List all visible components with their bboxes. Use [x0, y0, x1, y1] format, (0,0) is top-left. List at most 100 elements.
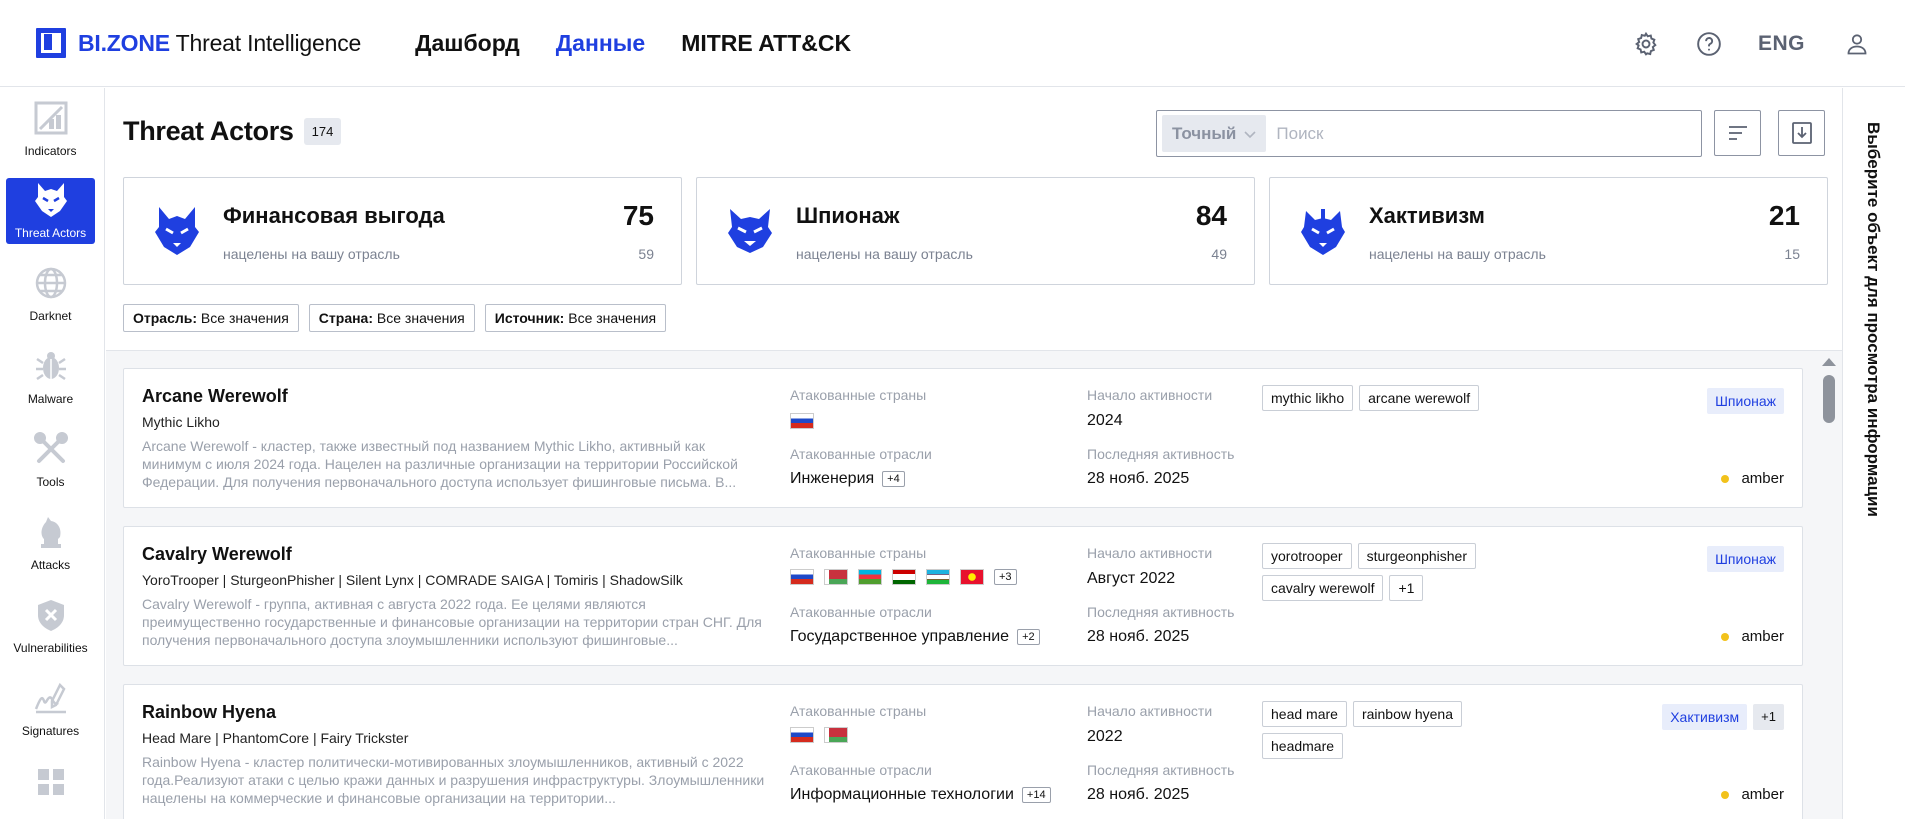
tools-icon — [33, 431, 69, 467]
tag[interactable]: cavalry werewolf — [1262, 575, 1384, 601]
search-input[interactable] — [1276, 123, 1677, 144]
tag[interactable]: mythic likho — [1262, 385, 1354, 411]
search-mode-select[interactable]: Точный — [1162, 115, 1267, 152]
actor-description: Cavalry Werewolf - группа, активная с ав… — [142, 596, 762, 648]
industry-value: Информационные технологии +14 — [790, 786, 1051, 804]
language-switch[interactable]: ENG — [1758, 32, 1805, 56]
start-label: Начало активности — [1087, 703, 1213, 719]
details-panel-hint: Выберите объект для просмотра информации — [1864, 122, 1883, 517]
motive-badges: Шпионаж — [1707, 546, 1784, 572]
category-count: 75 — [622, 200, 654, 231]
sidebar-item-label: Vulnerabilities — [13, 641, 88, 655]
industry-more-badge[interactable]: +2 — [1017, 629, 1040, 645]
category-targeted-count: 49 — [1211, 246, 1227, 262]
nav-mitre[interactable]: MITRE ATT&CK — [681, 30, 851, 57]
indicators-icon — [33, 100, 69, 136]
help-icon[interactable] — [1695, 30, 1723, 58]
sidebar-item-malware[interactable]: Malware — [6, 344, 95, 410]
flag-tj-icon — [892, 569, 916, 585]
sidebar-item-attacks[interactable]: Attacks — [6, 510, 95, 576]
tag[interactable]: sturgeonphisher — [1357, 543, 1476, 569]
tags: yorotrooper sturgeonphisher cavalry were… — [1262, 543, 1522, 601]
flag-ru-icon — [790, 727, 814, 743]
nav-data[interactable]: Данные — [556, 30, 645, 57]
actor-name[interactable]: Rainbow Hyena — [142, 702, 276, 723]
sort-button[interactable] — [1714, 110, 1761, 156]
filter-industry[interactable]: Отрасль: Все значения — [123, 304, 299, 332]
industry-more-badge[interactable]: +14 — [1021, 787, 1051, 803]
globe-icon — [33, 265, 69, 301]
tag[interactable]: arcane werewolf — [1359, 385, 1480, 411]
details-side-panel[interactable]: Выберите объект для просмотра информации — [1842, 88, 1905, 819]
amber-dot-icon — [1721, 632, 1730, 641]
motive-badge[interactable]: Шпионаж — [1707, 546, 1784, 572]
industry-value: Инженерия +4 — [790, 470, 905, 488]
tags: head mare rainbow hyena headmare — [1262, 701, 1522, 759]
category-card-hacktivism[interactable]: Хактивизм нацелены на вашу отрасль 21 15 — [1269, 177, 1828, 285]
tlp-status: amber — [1721, 628, 1784, 645]
category-card-financial[interactable]: Финансовая выгода нацелены на вашу отрас… — [123, 177, 682, 285]
industry-value: Государственное управление +2 — [790, 628, 1040, 646]
countries-more-badge[interactable]: +3 — [994, 569, 1017, 585]
sidebar-item-label: Malware — [27, 392, 74, 406]
sidebar-more-apps[interactable] — [6, 768, 95, 808]
actor-name[interactable]: Arcane Werewolf — [142, 386, 288, 407]
flag-ru-icon — [790, 413, 814, 429]
tags: mythic likho arcane werewolf — [1262, 385, 1522, 411]
nav-dashboard[interactable]: Дашборд — [415, 30, 520, 57]
category-card-espionage[interactable]: Шпионаж нацелены на вашу отрасль 84 49 — [696, 177, 1255, 285]
tag[interactable]: headmare — [1262, 733, 1344, 759]
main-nav: Дашборд Данные MITRE ATT&CK — [415, 30, 851, 57]
user-icon[interactable] — [1843, 30, 1871, 58]
download-icon — [1791, 122, 1812, 144]
apps-grid-icon — [33, 768, 69, 796]
actor-card[interactable]: Arcane Werewolf Mythic Likho Arcane Were… — [123, 368, 1803, 508]
sidebar-item-darknet[interactable]: Darknet — [6, 261, 95, 327]
export-button[interactable] — [1778, 110, 1825, 156]
tags-more-badge[interactable]: +1 — [1389, 575, 1424, 601]
start-label: Начало активности — [1087, 545, 1213, 561]
tag[interactable]: yorotrooper — [1262, 543, 1352, 569]
category-title: Хактивизм — [1369, 203, 1485, 228]
motive-badge[interactable]: Шпионаж — [1707, 388, 1784, 414]
industry-more-badge[interactable]: +4 — [882, 471, 905, 487]
wolf-icon — [1300, 205, 1348, 257]
actor-description: Arcane Werewolf - кластер, также известн… — [142, 438, 738, 490]
shield-icon — [33, 597, 69, 633]
sidebar-item-threat-actors[interactable]: Threat Actors — [6, 178, 95, 244]
actor-aliases: Mythic Likho — [142, 414, 220, 430]
industries-label: Атакованные отрасли — [790, 446, 932, 462]
main-content: Threat Actors 174 Точный Финансовая выго… — [106, 88, 1842, 819]
sidebar-item-tools[interactable]: Tools — [6, 427, 95, 493]
bizone-logo-icon — [36, 28, 66, 58]
wolf-icon — [727, 205, 775, 257]
category-count: 84 — [1195, 200, 1227, 231]
scroll-up-arrow-icon[interactable] — [1816, 357, 1842, 367]
flag-by-icon — [824, 727, 848, 743]
actor-name[interactable]: Cavalry Werewolf — [142, 544, 292, 565]
amber-dot-icon — [1721, 474, 1730, 483]
actor-card[interactable]: Rainbow Hyena Head Mare | PhantomCore | … — [123, 684, 1803, 819]
sidebar-item-label: Threat Actors — [14, 226, 87, 240]
category-count: 21 — [1768, 200, 1800, 231]
left-sidebar: Indicators Threat Actors Darknet Malware… — [0, 88, 105, 819]
flag-by-icon — [824, 569, 848, 585]
motive-badge[interactable]: Хактивизм — [1662, 704, 1748, 730]
sidebar-item-indicators[interactable]: Indicators — [6, 96, 95, 162]
sidebar-item-label: Attacks — [30, 558, 71, 572]
top-header: BI.ZONE Threat Intelligence Дашборд Данн… — [0, 0, 1905, 87]
scrollbar-thumb[interactable] — [1823, 375, 1835, 423]
filter-source[interactable]: Источник: Все значения — [484, 304, 667, 332]
tag[interactable]: head mare — [1262, 701, 1347, 727]
filter-bar: Отрасль: Все значения Страна: Все значен… — [123, 304, 667, 332]
sidebar-item-signatures[interactable]: Signatures — [6, 676, 95, 742]
motive-more-badge[interactable]: +1 — [1753, 704, 1784, 730]
category-targeted-count: 59 — [638, 246, 654, 262]
filter-country[interactable]: Страна: Все значения — [308, 304, 475, 332]
tag[interactable]: rainbow hyena — [1352, 701, 1462, 727]
gear-icon[interactable] — [1632, 30, 1660, 58]
last-label: Последняя активность — [1087, 604, 1235, 620]
actor-card[interactable]: Cavalry Werewolf YoroTrooper | SturgeonP… — [123, 526, 1803, 666]
sidebar-item-vulnerabilities[interactable]: Vulnerabilities — [6, 593, 95, 659]
brand[interactable]: BI.ZONE Threat Intelligence — [36, 28, 361, 58]
